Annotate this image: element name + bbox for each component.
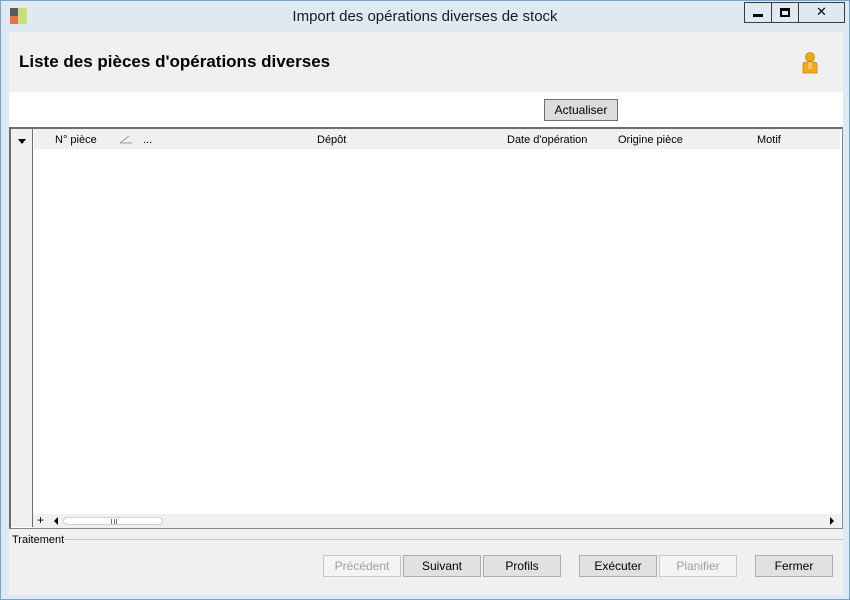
scroll-right-icon[interactable] <box>830 517 834 525</box>
group-divider <box>64 539 843 540</box>
column-header-origin[interactable]: Origine pièce <box>618 134 683 146</box>
maximize-icon <box>780 8 790 17</box>
title-bar[interactable]: Import des opérations diverses de stock … <box>1 1 849 31</box>
close-button[interactable]: Fermer <box>755 555 833 577</box>
page-title: Liste des pièces d'opérations diverses <box>19 52 331 71</box>
sort-icon[interactable] <box>119 134 133 144</box>
minimize-icon <box>753 14 763 17</box>
column-header-more[interactable]: ... <box>143 134 152 146</box>
column-header-reason[interactable]: Motif <box>757 134 781 146</box>
column-header-piece-number[interactable]: N° pièce <box>55 134 97 146</box>
close-window-button[interactable]: ✕ <box>798 2 845 23</box>
row-selector-column[interactable] <box>11 129 33 527</box>
grid-header: N° pièce ... Dépôt Date d'opération Orig… <box>34 129 840 149</box>
minimize-button[interactable] <box>744 2 772 23</box>
user-icon[interactable] <box>800 52 820 74</box>
group-label-traitement: Traitement <box>12 534 65 546</box>
previous-button[interactable]: Précédent <box>323 555 401 577</box>
window-title: Import des opérations diverses de stock <box>292 8 558 25</box>
column-header-operation-date[interactable]: Date d'opération <box>507 134 587 146</box>
execute-button[interactable]: Exécuter <box>579 555 657 577</box>
refresh-button[interactable]: Actualiser <box>544 99 618 121</box>
header-panel: Liste des pièces d'opérations diverses <box>9 32 843 92</box>
maximize-button[interactable] <box>771 2 799 23</box>
plan-button[interactable]: Planifier <box>659 555 737 577</box>
grip-icon <box>111 519 117 524</box>
column-header-depot[interactable]: Dépôt <box>317 134 346 146</box>
next-button[interactable]: Suivant <box>403 555 481 577</box>
app-window: Import des opérations diverses de stock … <box>0 0 850 600</box>
toolbar-panel: Actualiser <box>9 92 843 127</box>
scroll-thumb[interactable] <box>63 517 163 525</box>
close-icon: ✕ <box>816 5 827 20</box>
chevron-down-icon[interactable] <box>18 139 26 144</box>
scroll-left-icon[interactable] <box>54 517 58 525</box>
profiles-button[interactable]: Profils <box>483 555 561 577</box>
pieces-grid[interactable]: N° pièce ... Dépôt Date d'opération Orig… <box>9 127 843 529</box>
add-row-icon[interactable]: + <box>37 513 44 527</box>
horizontal-scrollbar[interactable]: + <box>33 513 841 528</box>
client-area: Liste des pièces d'opérations diverses A… <box>9 32 843 595</box>
